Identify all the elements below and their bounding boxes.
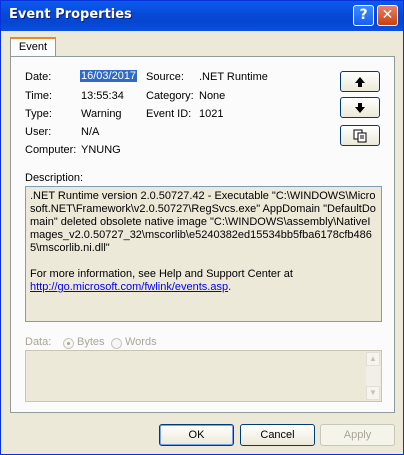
computer-label: Computer:: [25, 144, 77, 156]
event-properties-window: Event Properties ? ✕ Event Date: 16/03/2…: [0, 0, 404, 455]
user-value: N/A: [81, 126, 100, 138]
apply-button[interactable]: Apply: [320, 424, 395, 446]
source-label: Source:: [146, 71, 184, 83]
description-text: .NET Runtime version 2.0.50727.42 - Exec…: [30, 190, 376, 254]
source-value: .NET Runtime: [199, 71, 268, 83]
words-radio[interactable]: [111, 338, 122, 349]
data-scrollbar[interactable]: ▲ ▼: [366, 352, 380, 400]
type-label: Type:: [25, 108, 52, 120]
eventid-value: 1021: [199, 108, 224, 120]
date-value-selected[interactable]: 16/03/2017: [80, 70, 138, 82]
help-link-suffix: .: [228, 281, 232, 293]
event-panel: Date: 16/03/2017 Time: 13:55:34 Type: Wa…: [10, 56, 395, 413]
down-arrow-icon: [355, 103, 365, 113]
data-label: Data:: [25, 336, 52, 348]
type-value: Warning: [81, 108, 122, 120]
window-title: Event Properties: [9, 7, 132, 22]
category-label: Category:: [146, 90, 194, 102]
eventid-label: Event ID:: [146, 108, 192, 120]
ok-button[interactable]: OK: [159, 424, 234, 446]
time-label: Time:: [25, 90, 53, 102]
data-box[interactable]: ▲ ▼: [25, 350, 382, 402]
description-label: Description:: [25, 172, 84, 184]
computer-value: YNUNG: [81, 144, 121, 156]
words-label: Words: [125, 336, 157, 348]
next-event-button[interactable]: [340, 97, 380, 118]
copy-button[interactable]: [340, 125, 380, 146]
help-link[interactable]: http://go.microsoft.com/fwlink/events.as…: [30, 281, 228, 293]
date-value: 16/03/2017: [80, 70, 138, 82]
description-box[interactable]: .NET Runtime version 2.0.50727.42 - Exec…: [25, 186, 382, 322]
copy-icon: [353, 129, 367, 143]
up-arrow-icon: [355, 77, 365, 87]
scroll-down-icon[interactable]: ▼: [366, 386, 380, 400]
date-label: Date:: [25, 71, 52, 83]
bytes-radio[interactable]: [63, 338, 74, 349]
close-button[interactable]: ✕: [377, 5, 398, 26]
help-text: For more information, see Help and Suppo…: [30, 268, 293, 280]
scroll-up-icon[interactable]: ▲: [366, 352, 380, 366]
help-button[interactable]: ?: [353, 5, 374, 26]
cancel-button[interactable]: Cancel: [240, 424, 315, 446]
previous-event-button[interactable]: [340, 71, 380, 92]
title-bar[interactable]: Event Properties ? ✕: [1, 1, 403, 31]
bytes-label: Bytes: [77, 336, 105, 348]
category-value: None: [199, 90, 226, 102]
user-label: User:: [25, 126, 52, 138]
tab-event[interactable]: Event: [10, 37, 56, 57]
time-value: 13:55:34: [81, 90, 124, 102]
